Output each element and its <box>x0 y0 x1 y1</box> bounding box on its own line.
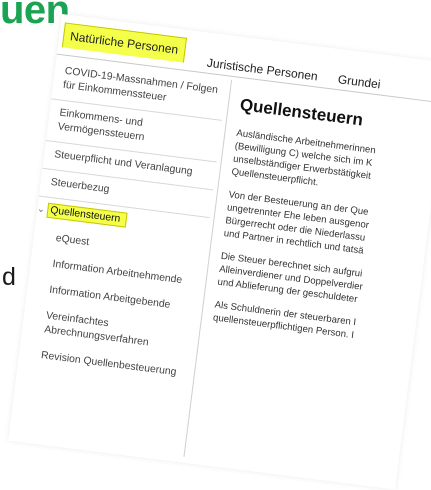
tab-grundeigentum[interactable]: Grundei <box>336 59 383 104</box>
sidebar-item-label: Einkommens- und Vermögenssteuern <box>57 107 146 144</box>
sidebar-item-label: Steuerbezug <box>50 176 110 196</box>
chevron-down-icon: ⌄ <box>36 203 46 215</box>
sidebar-item-label: Vereinfachtes Abrechnungsverfahren <box>43 310 150 349</box>
website-panel: Natürliche Personen Juristische Personen… <box>8 14 431 490</box>
sidebar-item-label: eQuest <box>55 233 90 249</box>
main-content: Quellensteuern Ausländische Arbeitnehmer… <box>211 87 431 359</box>
sidebar-navigation: COVID-19-Massnahmen / Folgen für Einkomm… <box>18 57 228 388</box>
sidebar-item-label: Quellensteuern <box>46 202 129 228</box>
background-letter-fragment: d <box>2 263 16 291</box>
